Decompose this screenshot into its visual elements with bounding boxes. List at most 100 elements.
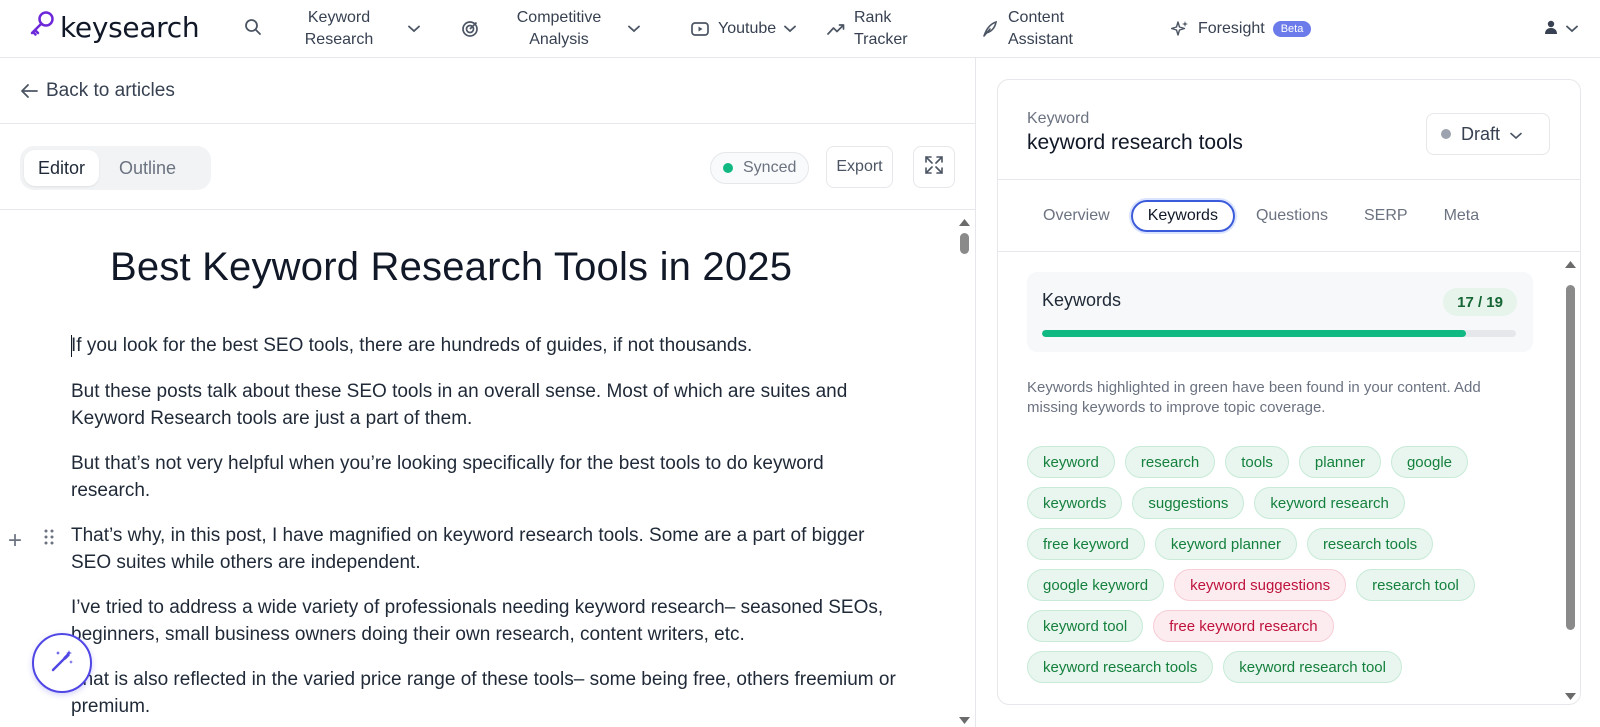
status-dropdown-label: Draft [1461, 123, 1501, 144]
keywords-hint-text: Keywords highlighted in green have been … [1027, 379, 1481, 416]
article-paragraph[interactable]: That is also reflected in the varied pri… [71, 667, 901, 720]
keyword-chip-found[interactable]: research tools [1306, 528, 1434, 560]
keyword-chip-row: keyword research tools planner google [1027, 446, 1527, 478]
keyword-chip-missing[interactable]: free keyword research [1153, 610, 1334, 642]
nav-content-assistant[interactable]: Content Assistant [980, 0, 1088, 58]
article-paragraph[interactable]: But these posts talk about these SEO too… [71, 379, 901, 432]
chevron-down-icon [408, 20, 420, 38]
nav-keyword-research[interactable]: Keyword Research [298, 0, 420, 58]
tab-outline[interactable]: Outline [105, 150, 190, 186]
ai-magic-button[interactable] [32, 633, 92, 693]
seo-panel: Keyword keyword research tools Draft Ove… [997, 79, 1581, 705]
chevron-down-icon [1566, 20, 1578, 38]
keyword-chip-row: keyword tool free keyword research [1027, 610, 1527, 642]
editor-content[interactable]: Best Keyword Research Tools in 2025 If y… [0, 211, 976, 727]
keyword-chip-found[interactable]: tools [1225, 446, 1289, 478]
keyword-chip-found[interactable]: keyword tool [1027, 610, 1144, 642]
keyword-chip-found[interactable]: google [1390, 446, 1468, 478]
chevron-down-icon [628, 20, 640, 38]
panel-scroll-down[interactable] [1564, 688, 1577, 706]
user-icon [1544, 20, 1558, 39]
keyword-chip-missing[interactable]: keyword suggestions [1174, 569, 1347, 601]
keyword-chip-found[interactable]: keyword research tools [1027, 651, 1214, 683]
nav-rank-tracker-label: Rank Tracker [854, 9, 908, 48]
keyword-chip-found[interactable]: research tool [1356, 569, 1475, 601]
tab-keywords[interactable]: Keywords [1130, 200, 1235, 232]
chevron-down-icon [784, 20, 797, 38]
panel-scrollbar-thumb[interactable] [1566, 285, 1575, 630]
keyword-chip-found[interactable]: suggestions [1132, 487, 1245, 519]
keyword-chip-found[interactable]: keyword research tool [1223, 651, 1402, 683]
back-to-articles-label: Back to articles [46, 79, 175, 101]
keyword-chip-found[interactable]: planner [1298, 446, 1381, 478]
status-dot [723, 163, 733, 173]
nav-search[interactable] [244, 0, 262, 58]
tab-editor[interactable]: Editor [24, 150, 100, 186]
nav-youtube-label: Youtube [718, 20, 777, 37]
article-paragraph[interactable]: If you look for the best SEO tools, ther… [71, 333, 901, 360]
divider [998, 179, 1580, 180]
keyword-chip-found[interactable]: keyword planner [1154, 528, 1297, 560]
editor-scroll-down[interactable] [958, 712, 971, 727]
panel-tabs: Overview Keywords Questions SERP Meta [1028, 200, 1500, 232]
tab-meta[interactable]: Meta [1429, 200, 1495, 232]
keyword-chip-row: google keyword keyword suggestions researc… [1027, 569, 1527, 601]
editor-scroll-up[interactable] [958, 214, 971, 232]
divider [998, 251, 1580, 252]
nav-rank-tracker[interactable]: Rank Tracker [826, 0, 924, 58]
keyword-chip-list: keyword research tools planner google keyword… [1027, 446, 1527, 692]
nav-foresight[interactable]: Foresight Beta [1170, 0, 1312, 58]
add-block-icon[interactable]: + [8, 527, 22, 555]
expand-icon [925, 155, 943, 179]
keyword-chip-row: free keyword keyword planner research tool… [1027, 528, 1527, 560]
keyword-chip-found[interactable]: free keyword [1027, 528, 1145, 560]
editor-toolbar: Editor Outline Synced Export [0, 124, 976, 210]
keywords-count-badge: 17 / 19 [1443, 288, 1517, 316]
user-menu[interactable] [1544, 0, 1578, 58]
chevron-down-icon [1510, 124, 1522, 145]
nav-foresight-label: Foresight [1198, 20, 1265, 37]
nav-youtube[interactable]: Youtube [690, 0, 797, 58]
export-button[interactable]: Export [826, 146, 893, 188]
brand-logo[interactable]: keysearch [28, 10, 200, 45]
nav-keyword-research-label: Keyword Research [304, 9, 374, 48]
back-to-articles-link[interactable]: Back to articles [0, 58, 976, 124]
keywords-progress-bar [1042, 330, 1516, 337]
keyword-chip-found[interactable]: keyword [1027, 446, 1115, 478]
keyword-chip-found[interactable]: google keyword [1027, 569, 1165, 601]
tab-questions[interactable]: Questions [1241, 200, 1343, 232]
keyword-chip-found[interactable]: research [1124, 446, 1216, 478]
keyword-chip-row: keyword research tools keyword research t… [1027, 651, 1527, 683]
editor-scrollbar-thumb[interactable] [960, 233, 969, 254]
article-paragraph[interactable]: But that’s not very helpful when you’re … [71, 451, 901, 504]
expand-button[interactable] [913, 146, 955, 188]
feather-icon [980, 19, 1000, 39]
keywords-progress-fill [1042, 330, 1467, 337]
keywords-card-title: Keywords [1042, 290, 1122, 310]
arrow-left-icon [20, 83, 38, 99]
tab-overview[interactable]: Overview [1028, 200, 1125, 232]
beta-badge: Beta [1272, 21, 1312, 37]
magic-wand-icon [49, 648, 75, 679]
panel-scroll-up[interactable] [1564, 256, 1577, 274]
status-dot [1441, 129, 1451, 139]
youtube-icon [690, 19, 710, 39]
nav-competitive-analysis[interactable]: Competitive Analysis [460, 0, 640, 58]
keyword-chip-row: keywords suggestions keyword research [1027, 487, 1527, 519]
view-switcher: Editor Outline [20, 146, 211, 190]
drag-handle-icon[interactable] [44, 529, 54, 550]
article-paragraph[interactable]: That’s why, in this post, I have magnifi… [71, 523, 901, 576]
tab-serp[interactable]: SERP [1349, 200, 1423, 232]
status-dropdown[interactable]: Draft [1426, 113, 1550, 155]
keyword-chip-found[interactable]: keyword research [1254, 487, 1405, 519]
trend-icon [826, 19, 846, 39]
article-title[interactable]: Best Keyword Research Tools in 2025 [110, 245, 792, 290]
editor-pane: Back to articles Editor Outline Synced E… [0, 58, 976, 727]
sync-status-badge: Synced [710, 152, 810, 184]
sparkle-icon [1170, 19, 1190, 39]
article-paragraph[interactable]: I’ve tried to address a wide variety of … [71, 595, 901, 648]
keyword-chip-found[interactable]: keywords [1027, 487, 1123, 519]
search-icon [244, 18, 262, 41]
top-navbar: keysearch Keyword Research Competitive A… [0, 0, 1600, 58]
nav-content-assistant-label: Content Assistant [1008, 9, 1073, 48]
